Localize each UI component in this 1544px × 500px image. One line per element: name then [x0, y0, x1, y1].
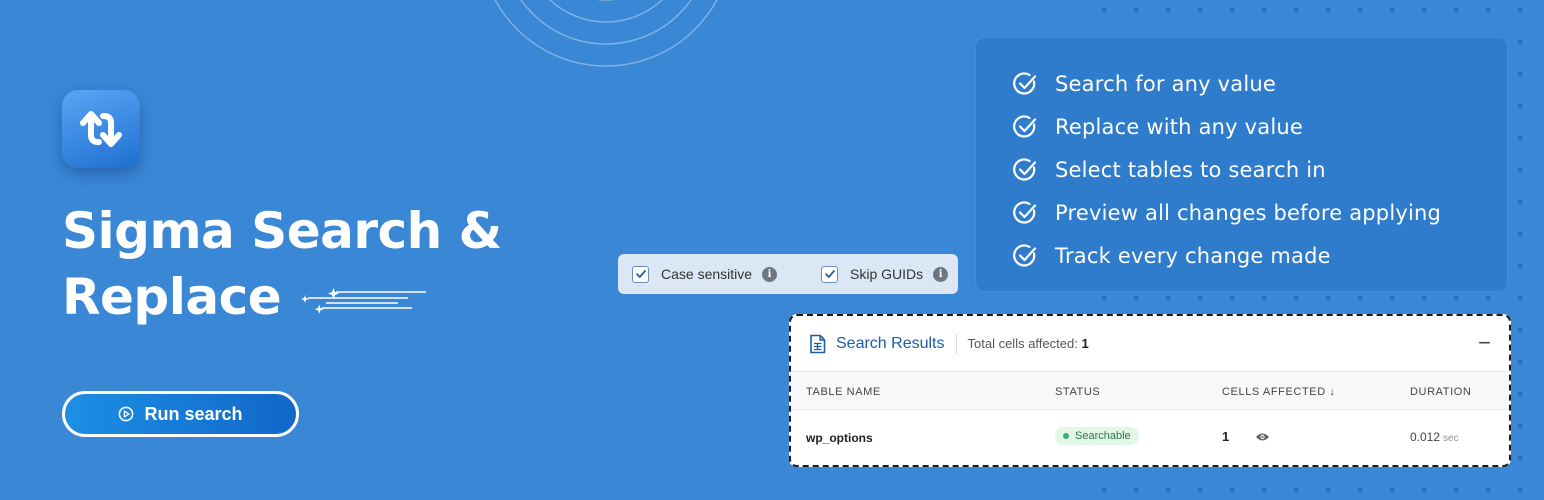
- results-title: Search Results: [836, 334, 945, 352]
- row-cells-affected: 1: [1222, 429, 1270, 444]
- duration-unit: sec: [1443, 433, 1459, 444]
- header-divider: [955, 333, 957, 354]
- info-icon[interactable]: i: [762, 266, 778, 282]
- total-value: 1: [1081, 336, 1089, 351]
- feature-text: Preview all changes before applying: [1055, 200, 1442, 225]
- case-sensitive-checkbox[interactable]: [632, 265, 649, 283]
- run-search-button[interactable]: Run search: [62, 391, 299, 437]
- search-results-panel: Search Results Total cells affected: 1 −…: [789, 314, 1511, 467]
- check-circle-icon: [1013, 157, 1037, 181]
- case-sensitive-label: Case sensitive: [661, 266, 753, 282]
- title-line-1: Sigma Search &: [62, 202, 502, 260]
- search-options-bar: Case sensitive i Skip GUIDs i: [618, 254, 958, 294]
- feature-item: Preview all changes before applying: [1012, 191, 1507, 234]
- check-circle-icon: [1013, 200, 1037, 224]
- title-line-2: Replace: [62, 268, 282, 326]
- feature-text: Search for any value: [1055, 71, 1277, 96]
- feature-item: Track every change made: [1012, 234, 1507, 277]
- play-circle-icon: [119, 406, 134, 422]
- row-table-name: wp_options: [806, 431, 873, 445]
- status-text: Searchable: [1075, 430, 1131, 442]
- feature-text: Track every change made: [1055, 243, 1331, 268]
- check-circle-icon: [1013, 243, 1037, 267]
- eye-icon[interactable]: [1255, 432, 1270, 442]
- app-logo: [62, 90, 140, 168]
- features-panel: Search for any value Replace with any va…: [976, 38, 1507, 291]
- status-dot: [1063, 433, 1069, 439]
- concentric-circles-decoration: [494, 0, 718, 67]
- sparkle-icon: [301, 288, 426, 314]
- column-duration: DURATION: [1410, 386, 1472, 398]
- table-row[interactable]: wp_options Searchable 1 0.012 sec: [791, 410, 1509, 465]
- row-duration: 0.012 sec: [1410, 430, 1459, 444]
- results-header: Search Results Total cells affected: 1 −: [791, 316, 1509, 372]
- skip-guids-label: Skip GUIDs: [850, 266, 924, 282]
- skip-guids-checkbox[interactable]: [821, 265, 839, 283]
- feature-text: Select tables to search in: [1055, 157, 1326, 182]
- run-search-label: Run search: [144, 403, 243, 424]
- case-sensitive-option[interactable]: Case sensitive i: [632, 265, 778, 283]
- feature-item: Select tables to search in: [1012, 148, 1507, 191]
- column-table-name: TABLE NAME: [806, 386, 881, 398]
- total-cells-affected: Total cells affected: 1: [968, 336, 1089, 351]
- total-label: Total cells affected:: [967, 336, 1078, 351]
- spreadsheet-icon: [810, 334, 826, 353]
- check-circle-icon: [1013, 114, 1037, 138]
- duration-value: 0.012: [1410, 430, 1441, 444]
- results-column-headers: TABLE NAME STATUS CELLS AFFECTED ↓ DURAT…: [791, 372, 1509, 410]
- status-badge: Searchable: [1055, 427, 1139, 445]
- checkmark-icon: [824, 270, 835, 278]
- collapse-button[interactable]: −: [1478, 330, 1491, 356]
- column-status: STATUS: [1055, 386, 1101, 398]
- cells-count: 1: [1222, 429, 1230, 444]
- skip-guids-option[interactable]: Skip GUIDs i: [821, 265, 949, 283]
- checkmark-icon: [635, 270, 646, 278]
- feature-item: Replace with any value: [1012, 105, 1507, 148]
- feature-text: Replace with any value: [1055, 114, 1304, 139]
- column-cells-affected[interactable]: CELLS AFFECTED ↓: [1222, 386, 1336, 398]
- feature-item: Search for any value: [1012, 62, 1507, 105]
- swap-arrows-icon: [80, 111, 122, 147]
- check-circle-icon: [1013, 71, 1037, 95]
- info-icon[interactable]: i: [933, 266, 949, 282]
- page-title: Sigma Search & Replace: [62, 198, 502, 330]
